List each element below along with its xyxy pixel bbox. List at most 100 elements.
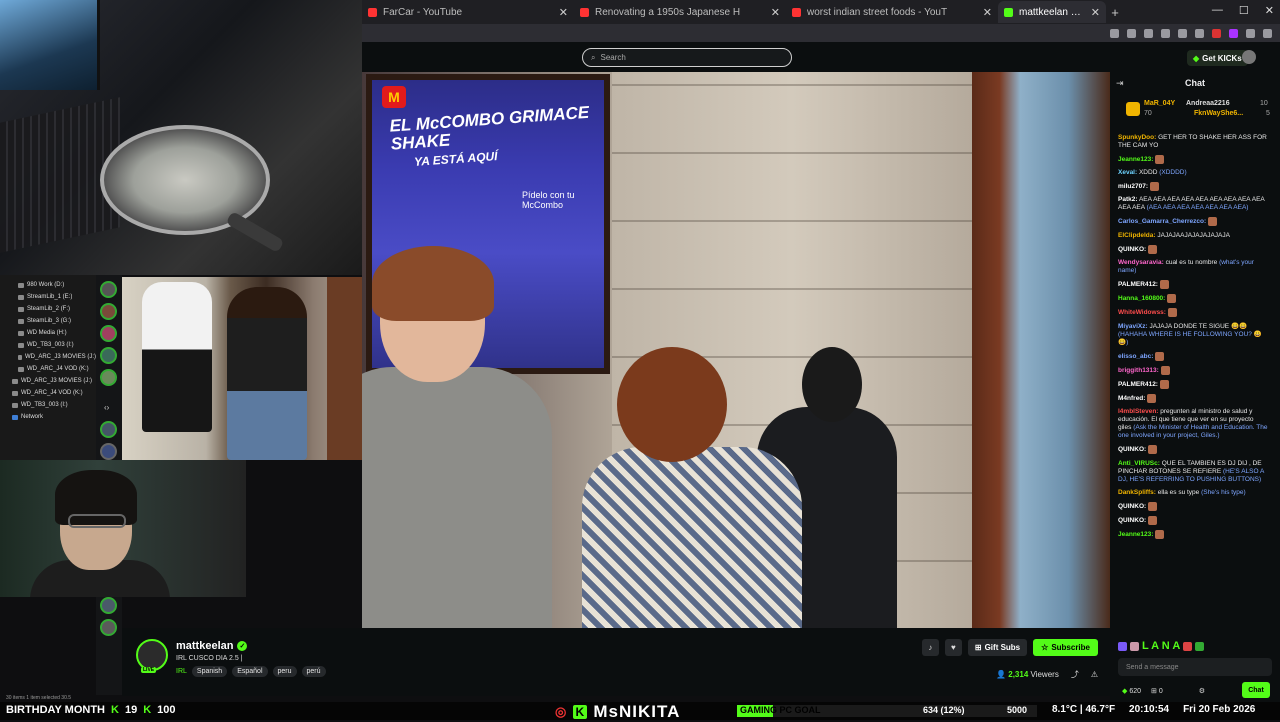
- channel-avatar[interactable]: [100, 325, 117, 342]
- close-tab-icon[interactable]: ✕: [559, 6, 568, 19]
- blouse-image: [582, 447, 802, 628]
- kicks-balance[interactable]: ◆ 620: [1122, 687, 1141, 695]
- drive-item[interactable]: WD_ARC_J3 MOVIES (J:): [0, 375, 96, 387]
- get-kicks-button[interactable]: ◆ Get KICKs: [1187, 50, 1248, 66]
- profile-icon[interactable]: [1246, 28, 1255, 38]
- emote-icon[interactable]: [1130, 641, 1139, 651]
- notification-bell-icon[interactable]: ♪: [921, 639, 939, 656]
- drive-item[interactable]: WD_ARC_J4 VOD (K:): [0, 387, 96, 399]
- tag-chip[interactable]: peru: [272, 666, 297, 677]
- extension-icon[interactable]: [1127, 28, 1136, 38]
- follow-heart-icon[interactable]: ♥: [944, 639, 962, 656]
- chat-username[interactable]: Carlos_Gamarra_Cherrezco:: [1118, 219, 1206, 226]
- emote-icon: [1147, 394, 1157, 404]
- tag-chip[interactable]: perú: [301, 666, 326, 677]
- minimize-button[interactable]: —: [1212, 4, 1223, 17]
- emote-icon: [1147, 515, 1157, 525]
- new-tab-button[interactable]: +: [1106, 5, 1124, 20]
- bookmark-icon[interactable]: [1144, 28, 1153, 38]
- extension-icon[interactable]: [1110, 28, 1119, 38]
- search-input[interactable]: ⌕ Search: [582, 48, 792, 67]
- chat-username[interactable]: Hanna_160800:: [1118, 295, 1165, 302]
- browser-tab[interactable]: Renovating a 1950s Japanese H ✕: [574, 1, 786, 23]
- subscribe-button[interactable]: ☆ Subscribe: [1033, 639, 1098, 656]
- chat-username[interactable]: elisso_abc:: [1118, 353, 1153, 360]
- emote-icon[interactable]: [1118, 641, 1127, 651]
- drive-item[interactable]: SteamLib_2 (F:): [0, 303, 96, 315]
- drive-item[interactable]: 980 Work (D:): [0, 279, 96, 291]
- chat-username[interactable]: Xeval:: [1118, 169, 1137, 176]
- browser-tab[interactable]: worst indian street foods - YouT ✕: [786, 1, 998, 23]
- chat-username[interactable]: QUINKO:: [1118, 447, 1146, 454]
- download-icon[interactable]: [1161, 28, 1170, 38]
- chat-username[interactable]: Patk2:: [1118, 196, 1138, 203]
- chat-message-input[interactable]: Send a message: [1118, 658, 1272, 676]
- share-icon[interactable]: ⤴: [1071, 669, 1079, 680]
- maximize-button[interactable]: ☐: [1239, 4, 1249, 17]
- send-chat-button[interactable]: Chat: [1242, 682, 1270, 698]
- chat-username[interactable]: briggith1313:: [1118, 367, 1159, 374]
- emote-icon[interactable]: [1195, 641, 1205, 651]
- chat-username[interactable]: PALMER412:: [1118, 281, 1158, 288]
- channel-avatar[interactable]: [100, 619, 117, 636]
- chat-username[interactable]: QUINKO:: [1118, 246, 1146, 253]
- emote-icon[interactable]: [1183, 641, 1193, 651]
- pedestrian-image: [142, 282, 212, 432]
- chat-username[interactable]: M4nfred:: [1118, 395, 1145, 402]
- chat-username[interactable]: QUINKO:: [1118, 503, 1146, 510]
- close-tab-icon[interactable]: ✕: [771, 6, 780, 19]
- drive-item[interactable]: WD_TB3_003 (I:): [0, 339, 96, 351]
- chat-username[interactable]: DankSpliffs:: [1118, 489, 1156, 496]
- channel-avatar[interactable]: [100, 597, 117, 614]
- report-icon[interactable]: ⚠: [1091, 670, 1098, 679]
- drive-item[interactable]: WD_ARC_J3 MOVIES (J:): [0, 351, 96, 363]
- chat-username[interactable]: Jeanne123:: [1118, 531, 1153, 538]
- channel-name[interactable]: mattkeelan ✓: [176, 640, 248, 652]
- channel-avatar[interactable]: [100, 369, 117, 386]
- gift-subs-button[interactable]: ⊞ Gift Subs: [967, 639, 1028, 656]
- chat-username[interactable]: Anti_VIRUSc:: [1118, 460, 1160, 467]
- chat-username[interactable]: ElClipdelda:: [1118, 232, 1156, 239]
- video-player[interactable]: M EL McCOMBO GRIMACE SHAKE YA ESTÁ AQUÍ …: [362, 72, 1110, 628]
- user-avatar[interactable]: [1242, 50, 1256, 64]
- drive-item[interactable]: SteamLib_3 (G:): [0, 315, 96, 327]
- menu-icon[interactable]: [1263, 28, 1272, 38]
- channel-avatar[interactable]: [100, 421, 117, 438]
- channel-avatar[interactable]: [100, 303, 117, 320]
- close-window-button[interactable]: ✕: [1265, 4, 1274, 17]
- chat-username[interactable]: Wendysaravia:: [1118, 259, 1164, 266]
- tag-chip[interactable]: Spanish: [191, 666, 228, 677]
- tag-chip[interactable]: Español: [232, 666, 268, 677]
- expand-arrows-icon[interactable]: ‹›: [104, 403, 109, 412]
- browser-tab[interactable]: FarCar - YouTube ✕: [362, 1, 574, 23]
- channel-avatar[interactable]: [100, 347, 117, 364]
- browser-tab-active[interactable]: mattkeelan Stream - Watch✕: [998, 1, 1106, 23]
- street-camera-feed: [122, 277, 362, 460]
- close-tab-icon[interactable]: ✕: [1091, 6, 1100, 19]
- extension-icon[interactable]: [1212, 28, 1221, 38]
- settings-gear-icon[interactable]: ⚙: [1199, 687, 1205, 695]
- gift-count[interactable]: ⊞ 0: [1151, 687, 1163, 695]
- channel-avatar[interactable]: [100, 443, 117, 460]
- chat-username[interactable]: l4mblSteven:: [1118, 408, 1158, 415]
- channel-avatar[interactable]: [100, 281, 117, 298]
- chat-username[interactable]: SpunkyDoo:: [1118, 134, 1156, 141]
- drive-item[interactable]: WD Media (H:): [0, 327, 96, 339]
- category-link[interactable]: IRL: [176, 668, 187, 675]
- extension-icon[interactable]: [1195, 28, 1204, 38]
- chat-username[interactable]: QUINKO:: [1118, 517, 1146, 524]
- chat-message-list[interactable]: SpunkyDoo: GET HER TO SHAKE HER ASS FOR …: [1118, 134, 1268, 544]
- network-item[interactable]: Network: [0, 411, 96, 423]
- drive-item[interactable]: StreamLib_1 (E:): [0, 291, 96, 303]
- extension-icon[interactable]: [1229, 28, 1238, 38]
- instagram-icon: ◎: [555, 704, 568, 719]
- drive-item[interactable]: WD_TB3_003 (I:): [0, 399, 96, 411]
- chat-username[interactable]: Jeanne123:: [1118, 156, 1153, 163]
- chat-username[interactable]: MiyaviXz:: [1118, 323, 1148, 330]
- drive-item[interactable]: WD_ARC_J4 VOD (K:): [0, 363, 96, 375]
- chat-username[interactable]: milu2707:: [1118, 183, 1148, 190]
- chat-username[interactable]: PALMER412:: [1118, 381, 1158, 388]
- chat-username[interactable]: WhiteWidowss:: [1118, 310, 1166, 317]
- close-tab-icon[interactable]: ✕: [983, 6, 992, 19]
- extension-icon[interactable]: [1178, 28, 1187, 38]
